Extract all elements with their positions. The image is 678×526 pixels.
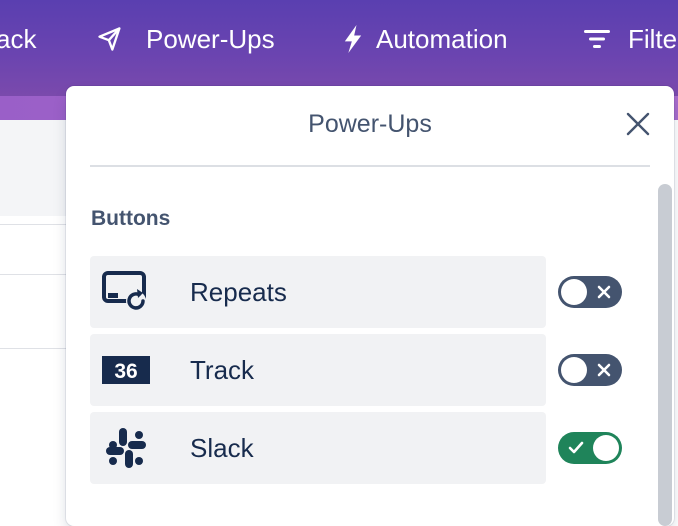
close-button[interactable]	[624, 112, 652, 140]
toggle-knob	[561, 357, 587, 383]
x-icon	[596, 362, 612, 378]
back-label: ack	[0, 23, 37, 54]
powerup-label: Repeats	[190, 277, 287, 307]
back-button[interactable]: ack	[0, 22, 36, 56]
powerup-row-repeats[interactable]: Repeats	[90, 256, 546, 328]
x-icon	[596, 284, 612, 300]
toggle-knob	[593, 435, 619, 461]
slack-icon	[102, 427, 150, 469]
powerups-popover: Power-Ups Buttons Repeats 36 Track Slack	[66, 86, 674, 526]
track-badge-text: 36	[114, 360, 137, 383]
scrollbar[interactable]	[658, 184, 672, 526]
automation-button[interactable]: Automation	[342, 22, 508, 56]
board-header: ack Power-Ups Automation Filte	[0, 0, 678, 120]
powerup-row-slack[interactable]: Slack	[90, 412, 546, 484]
toggle-knob	[561, 279, 587, 305]
automation-label: Automation	[376, 23, 508, 54]
section-heading: Buttons	[91, 207, 171, 230]
track-toggle[interactable]	[558, 354, 622, 386]
close-icon	[626, 112, 650, 141]
rocket-icon	[96, 25, 124, 53]
repeat-card-icon	[102, 271, 150, 313]
powerup-label: Slack	[190, 433, 254, 463]
popover-divider	[90, 165, 650, 167]
filter-icon	[584, 28, 610, 50]
powerup-label: Track	[190, 355, 255, 385]
filter-label: Filte	[628, 23, 678, 54]
popover-title: Power-Ups	[308, 110, 432, 138]
lightning-icon	[342, 25, 364, 53]
powerups-header-label: Power-Ups	[146, 23, 275, 54]
slack-toggle[interactable]	[558, 432, 622, 464]
filter-button[interactable]: Filte	[584, 22, 677, 56]
powerups-header-button[interactable]: Power-Ups	[96, 22, 275, 56]
repeats-toggle[interactable]	[558, 276, 622, 308]
check-icon	[568, 440, 584, 456]
calendar-36-icon: 36	[102, 349, 150, 391]
powerup-row-track[interactable]: 36 Track	[90, 334, 546, 406]
